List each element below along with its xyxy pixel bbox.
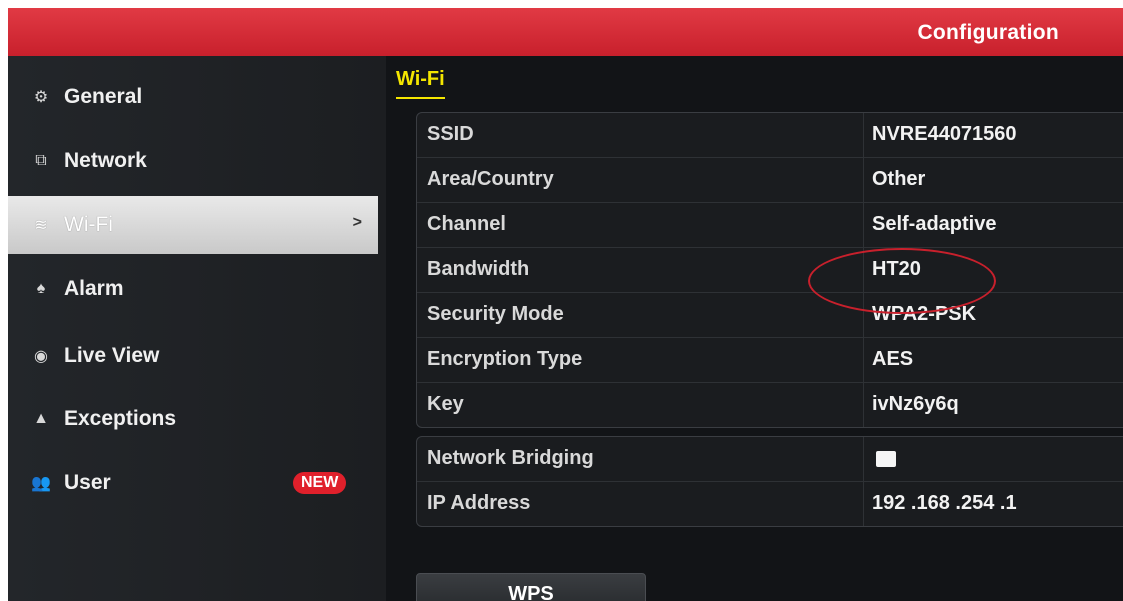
sidebar-item-label: User bbox=[64, 471, 111, 494]
area-country-value: Other bbox=[872, 168, 926, 190]
sidebar-item-label: General bbox=[64, 85, 143, 108]
channel-label: Channel bbox=[427, 213, 506, 235]
annotation-circle bbox=[808, 248, 996, 314]
nvr-screen: Configuration ⚙ General ⧉ Network ≋ Wi-F… bbox=[8, 8, 1123, 601]
security-mode-label: Security Mode bbox=[427, 303, 564, 325]
table-row: Network Bridging bbox=[417, 437, 1123, 482]
bandwidth-label: Bandwidth bbox=[427, 258, 530, 280]
channel-select[interactable]: Self-adaptive bbox=[863, 203, 1123, 247]
header-bar: Configuration bbox=[8, 8, 1123, 56]
sidebar-item-label: Live View bbox=[64, 344, 160, 367]
table-row: Area/Country Other bbox=[417, 158, 1123, 203]
sidebar-item-network[interactable]: ⧉ Network bbox=[8, 134, 378, 188]
sidebar: ⚙ General ⧉ Network ≋ Wi-Fi > ♠ Alarm ◉ … bbox=[8, 56, 386, 601]
area-country-select[interactable]: Other bbox=[863, 158, 1123, 202]
wifi-icon: ≋ bbox=[34, 217, 48, 234]
sidebar-item-live-view[interactable]: ◉ Live View bbox=[8, 329, 378, 383]
network-icon: ⧉ bbox=[35, 152, 47, 169]
table-row: Key ivNz6y6q bbox=[417, 383, 1123, 427]
ssid-label: SSID bbox=[427, 123, 474, 145]
wifi-settings-panel: SSID NVRE44071560 Area/Country Other Cha… bbox=[416, 112, 1123, 428]
users-icon: 👥 bbox=[31, 475, 51, 492]
bridging-panel: Network Bridging IP Address 192 .168 .25… bbox=[416, 436, 1123, 527]
key-label: Key bbox=[427, 393, 464, 415]
ip-address-value: 192 .168 .254 .1 bbox=[872, 492, 1017, 514]
channel-value: Self-adaptive bbox=[872, 213, 997, 235]
chevron-right-icon: > bbox=[352, 214, 362, 231]
sidebar-item-label: Network bbox=[64, 149, 147, 172]
ip-address-field[interactable]: 192 .168 .254 .1 bbox=[863, 482, 1123, 526]
ssid-value: NVRE44071560 bbox=[872, 123, 1017, 145]
main-content: Wi-Fi SSID NVRE44071560 Area/Country Oth… bbox=[386, 56, 1123, 601]
new-badge: NEW bbox=[293, 472, 347, 494]
sidebar-item-alarm[interactable]: ♠ Alarm bbox=[8, 262, 378, 316]
encryption-type-value: AES bbox=[872, 348, 914, 370]
key-value: ivNz6y6q bbox=[872, 393, 959, 415]
sidebar-item-general[interactable]: ⚙ General bbox=[8, 70, 378, 124]
table-row: Encryption Type AES bbox=[417, 338, 1123, 383]
table-row: SSID NVRE44071560 bbox=[417, 113, 1123, 158]
page-title: Configuration bbox=[917, 21, 1059, 44]
network-bridging-label: Network Bridging bbox=[427, 447, 594, 469]
sidebar-item-user[interactable]: 👥 User NEW bbox=[8, 456, 378, 510]
sidebar-item-label: Alarm bbox=[64, 277, 124, 300]
tab-wifi[interactable]: Wi-Fi bbox=[396, 68, 445, 99]
sidebar-item-label: Wi-Fi bbox=[64, 213, 113, 236]
warning-icon: ▲ bbox=[33, 410, 49, 427]
sidebar-item-label: Exceptions bbox=[64, 407, 177, 430]
table-row: Bandwidth HT20 bbox=[417, 248, 1123, 293]
gear-icon: ⚙ bbox=[33, 89, 49, 106]
encryption-type-select[interactable]: AES bbox=[863, 338, 1123, 382]
table-row: IP Address 192 .168 .254 .1 bbox=[417, 482, 1123, 526]
wps-button[interactable]: WPS bbox=[416, 573, 646, 601]
ssid-value-cell: NVRE44071560 bbox=[863, 113, 1123, 157]
ip-address-label: IP Address bbox=[427, 492, 531, 514]
encryption-type-label: Encryption Type bbox=[427, 348, 583, 370]
sidebar-item-wifi[interactable]: ≋ Wi-Fi > bbox=[8, 196, 378, 254]
table-row: Channel Self-adaptive bbox=[417, 203, 1123, 248]
sidebar-item-exceptions[interactable]: ▲ Exceptions bbox=[8, 392, 378, 446]
key-field[interactable]: ivNz6y6q bbox=[863, 383, 1123, 427]
table-row: Security Mode WPA2-PSK bbox=[417, 293, 1123, 338]
area-country-label: Area/Country bbox=[427, 168, 554, 190]
network-bridging-checkbox[interactable] bbox=[876, 451, 896, 467]
eye-icon: ◉ bbox=[34, 348, 48, 365]
network-bridging-cell bbox=[863, 437, 1123, 481]
alarm-icon: ♠ bbox=[36, 280, 46, 297]
